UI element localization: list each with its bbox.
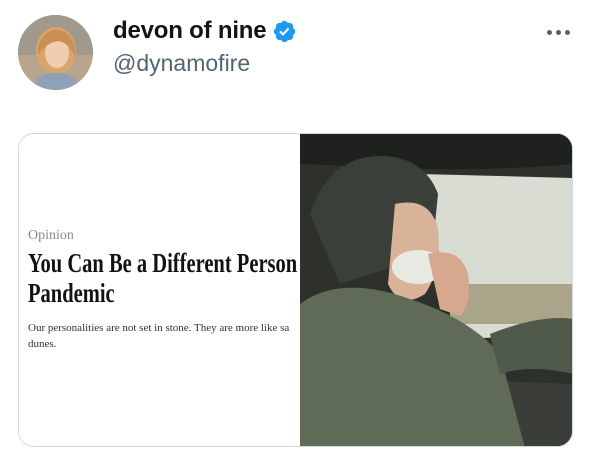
tweet-media-grid[interactable]: Opinion You Can Be a Different Person Af… [18, 133, 573, 447]
name-row: devon of nine [113, 17, 297, 45]
user-handle[interactable]: @dynamofire [113, 50, 250, 77]
avatar[interactable] [18, 15, 93, 90]
display-name[interactable]: devon of nine [113, 17, 267, 45]
headline-line-1: You Can Be a Different Person Aft [28, 248, 300, 278]
headline-line-2: Pandemic [28, 278, 115, 308]
more-horizontal-icon [547, 29, 552, 35]
article-section-label: Opinion [28, 228, 74, 243]
summary-line-2: dunes. [28, 338, 57, 350]
more-options-button[interactable] [547, 27, 575, 37]
article-headline: You Can Be a Different Person Aft Pandem… [28, 248, 300, 308]
article-screenshot[interactable]: Opinion You Can Be a Different Person Af… [19, 134, 300, 446]
film-still-photo[interactable] [300, 134, 572, 446]
article-summary: Our personalities are not set in stone. … [28, 320, 300, 352]
verified-badge-icon [274, 20, 296, 42]
summary-line-1: Our personalities are not set in stone. … [28, 322, 290, 334]
